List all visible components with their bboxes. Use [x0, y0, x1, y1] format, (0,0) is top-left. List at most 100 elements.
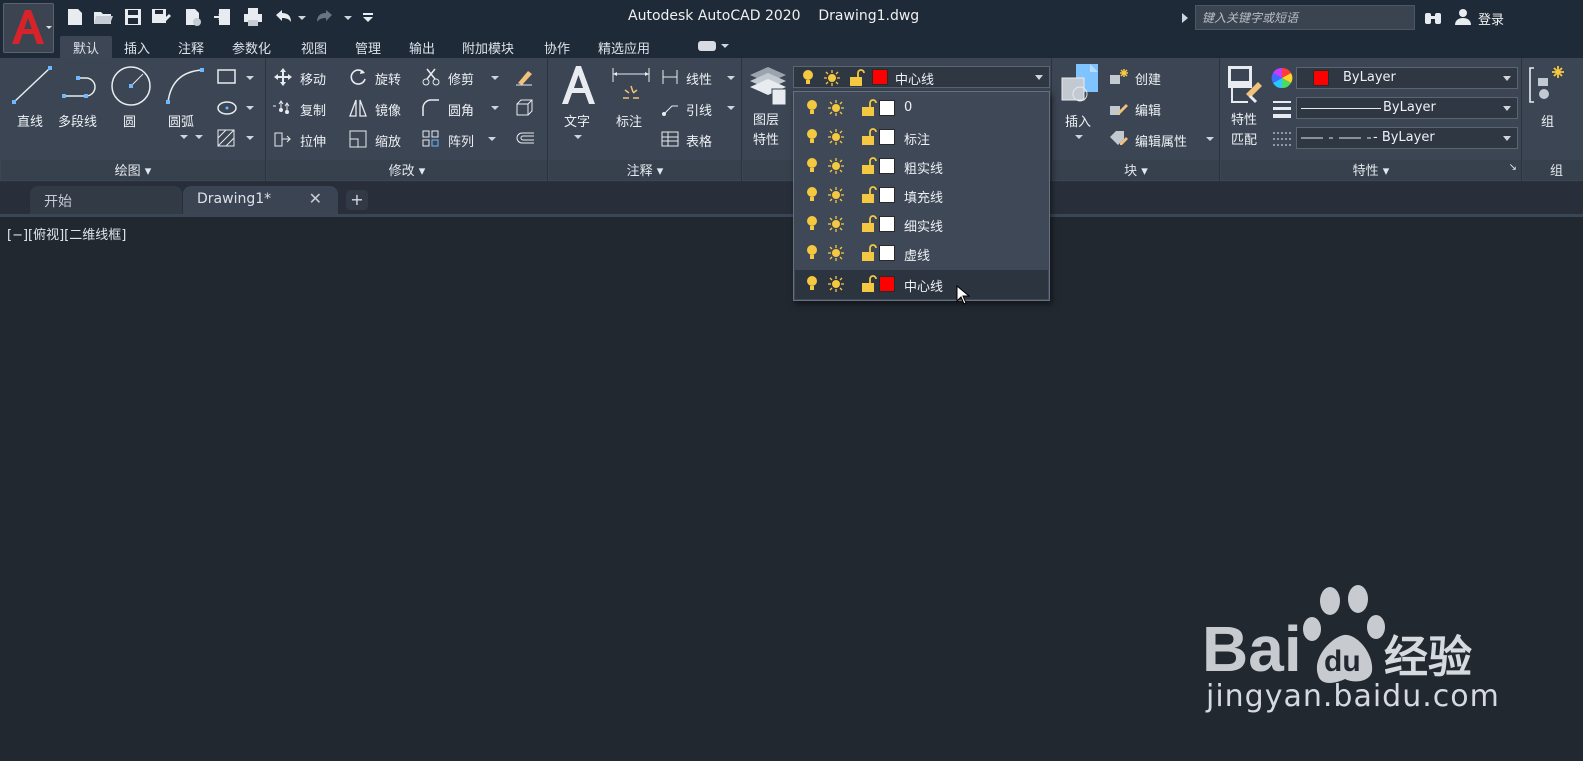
layer-item-thick-line[interactable]: 粗实线	[795, 152, 1048, 181]
trim-label[interactable]: 修剪	[448, 69, 474, 88]
layer-item-hatch-line[interactable]: 填充线	[795, 181, 1048, 210]
color-combo-arrow-icon[interactable]	[1503, 76, 1511, 81]
fillet-dropdown-icon[interactable]	[491, 106, 499, 110]
linetype-combo[interactable]: - ByLayer	[1296, 127, 1518, 149]
linetype-combo-arrow-icon[interactable]	[1503, 136, 1511, 141]
layer-item-0[interactable]: 0	[795, 94, 1048, 123]
rectangle-tool-icon[interactable]	[216, 67, 238, 87]
group-label[interactable]: 组	[1541, 111, 1554, 130]
save-icon[interactable]	[122, 6, 144, 28]
layer-item-dashed-line[interactable]: 虚线	[795, 239, 1048, 268]
layer-item-thin-line[interactable]: 细实线	[795, 210, 1048, 239]
redo-icon[interactable]	[314, 6, 336, 28]
edit-attributes-dropdown-icon[interactable]	[1206, 137, 1214, 141]
lineweight-combo-arrow-icon[interactable]	[1503, 106, 1511, 111]
insert-dropdown-icon[interactable]	[1075, 135, 1083, 139]
panel-properties-title[interactable]: 特性 ▾ ↘	[1221, 160, 1521, 180]
edit-attributes-label[interactable]: 编辑属性	[1135, 131, 1187, 150]
search-expand-icon[interactable]	[1182, 13, 1188, 23]
rotate-label[interactable]: 旋转	[375, 69, 401, 88]
stretch-icon[interactable]	[273, 129, 293, 149]
dimension-tool-label[interactable]: 标注	[616, 111, 642, 130]
ribbon-options-dropdown-icon[interactable]	[721, 44, 729, 48]
open-folder-icon[interactable]	[92, 6, 114, 28]
tab-view[interactable]: 视图	[301, 36, 327, 58]
copy-label[interactable]: 复制	[300, 100, 326, 119]
ellipse-dropdown-icon[interactable]	[246, 106, 254, 110]
fillet-label[interactable]: 圆角	[448, 100, 474, 119]
offset-icon[interactable]	[514, 129, 536, 149]
scale-label[interactable]: 缩放	[375, 131, 401, 150]
viewport-controls-label[interactable]: [−][俯视][二维线框]	[7, 224, 126, 243]
move-icon[interactable]	[273, 67, 293, 87]
color-combo[interactable]: ByLayer	[1296, 67, 1518, 89]
move-label[interactable]: 移动	[300, 69, 326, 88]
match-properties-icon[interactable]	[1226, 64, 1268, 106]
layer-combo[interactable]: 中心线	[793, 66, 1050, 88]
arc-dropdown-icon[interactable]	[195, 135, 203, 139]
fillet-icon[interactable]	[421, 98, 441, 118]
leader-label[interactable]: 引线	[686, 100, 712, 119]
tab-manage[interactable]: 管理	[355, 36, 381, 58]
publish-icon[interactable]	[182, 6, 204, 28]
leader-dropdown-icon[interactable]	[727, 106, 735, 110]
text-tool-label[interactable]: 文字	[564, 111, 590, 130]
rectangle-dropdown-icon[interactable]	[246, 76, 254, 80]
stretch-label[interactable]: 拉伸	[300, 131, 326, 150]
layer-item-dimension[interactable]: 标注	[795, 123, 1048, 152]
edit-block-icon[interactable]	[1108, 98, 1130, 118]
tab-output[interactable]: 输出	[409, 36, 435, 58]
trim-dropdown-icon[interactable]	[491, 76, 499, 80]
leader-icon[interactable]	[660, 98, 680, 118]
polyline-tool-label[interactable]: 多段线	[58, 111, 97, 130]
table-icon[interactable]	[660, 129, 680, 149]
save-as-icon[interactable]	[150, 6, 172, 28]
linear-dropdown-icon[interactable]	[727, 76, 735, 80]
circle-tool-label[interactable]: 圆	[123, 111, 136, 130]
ribbon-minimize-icon[interactable]	[698, 41, 716, 51]
circle-dropdown-icon[interactable]	[180, 135, 188, 139]
undo-icon[interactable]	[272, 6, 294, 28]
lineweight-combo[interactable]: ByLayer	[1296, 97, 1518, 119]
edit-attributes-icon[interactable]	[1108, 129, 1130, 149]
tab-start[interactable]: 开始	[30, 186, 182, 214]
layer-properties-label[interactable]: 图层 特性	[753, 111, 779, 151]
line-tool-label[interactable]: 直线	[17, 111, 43, 130]
import-icon[interactable]	[212, 6, 234, 28]
ellipse-tool-icon[interactable]	[216, 98, 238, 118]
create-block-icon[interactable]	[1108, 67, 1130, 87]
text-tool-icon[interactable]	[558, 62, 598, 108]
tab-featured-apps[interactable]: 精选应用	[598, 36, 650, 58]
panel-launcher-icon[interactable]: ↘	[1509, 162, 1517, 173]
layer-combo-arrow-icon[interactable]	[1035, 75, 1043, 80]
layer-properties-icon[interactable]	[746, 63, 790, 107]
mirror-label[interactable]: 镜像	[375, 100, 401, 119]
user-icon[interactable]	[1453, 7, 1475, 29]
hatch-dropdown-icon[interactable]	[246, 136, 254, 140]
customize-toolbar-icon[interactable]	[358, 6, 380, 28]
array-label[interactable]: 阵列	[448, 131, 474, 150]
tab-collaborate[interactable]: 协作	[544, 36, 570, 58]
match-properties-label[interactable]: 特性 匹配	[1231, 111, 1257, 151]
application-menu-button[interactable]	[3, 3, 54, 53]
panel-modify-title[interactable]: 修改 ▾	[267, 160, 547, 180]
panel-draw-title[interactable]: 绘图 ▾	[1, 160, 265, 180]
linear-dimension-icon[interactable]	[660, 67, 680, 87]
new-tab-plus-icon[interactable]: +	[346, 190, 368, 210]
explode-icon[interactable]	[514, 98, 536, 118]
rotate-icon[interactable]	[348, 67, 368, 87]
tab-parametric[interactable]: 参数化	[232, 36, 271, 58]
tab-default[interactable]: 默认	[60, 36, 112, 58]
layer-item-center-line[interactable]: 中心线	[795, 270, 1048, 299]
panel-groups-title[interactable]: 组	[1523, 160, 1583, 180]
array-dropdown-icon[interactable]	[488, 137, 496, 141]
insert-block-label[interactable]: 插入	[1065, 111, 1091, 130]
scale-icon[interactable]	[348, 129, 368, 149]
line-tool-icon[interactable]	[10, 64, 54, 108]
binoculars-search-icon[interactable]	[1423, 7, 1445, 29]
search-input[interactable]: 键入关键字或短语	[1195, 5, 1415, 30]
copy-icon[interactable]	[273, 98, 293, 118]
tab-annotate[interactable]: 注释	[178, 36, 204, 58]
panel-annotation-title[interactable]: 注释 ▾	[549, 160, 741, 180]
text-dropdown-icon[interactable]	[574, 135, 582, 139]
